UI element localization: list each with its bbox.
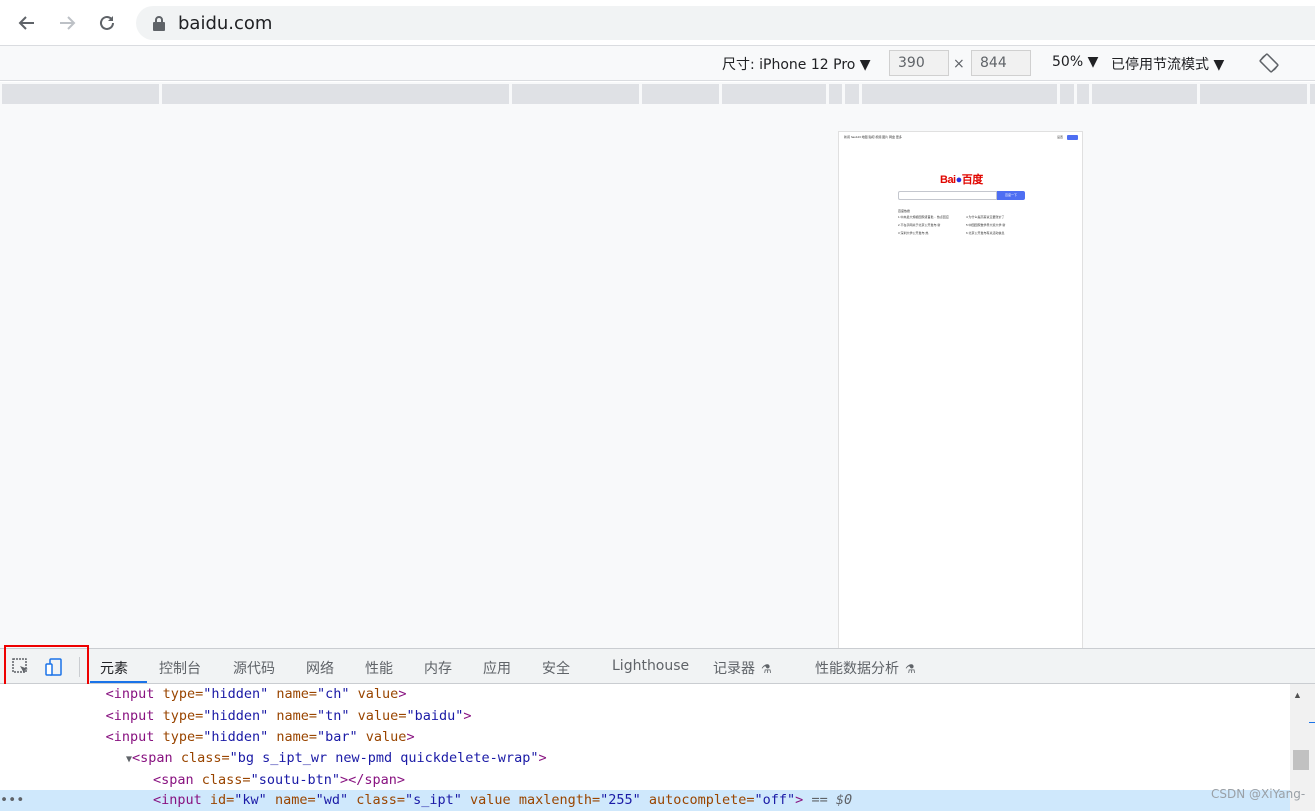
phone-frame[interactable]: 新闻 hao123 地图 贴吧 视频 图片 网盘 更多 设置 Bai●百度 百度… bbox=[838, 131, 1083, 651]
flask-icon: ⚗ bbox=[761, 662, 772, 676]
tab-performance-insights[interactable]: 性能数据分析 ⚗ bbox=[815, 658, 916, 678]
tab-performance[interactable]: 性能 bbox=[365, 658, 393, 678]
baidu-logo: Bai●百度 bbox=[940, 174, 983, 186]
more-icon[interactable]: ••• bbox=[0, 790, 24, 810]
elements-tree: <input type="hidden" name="ch" value> <i… bbox=[0, 684, 1290, 811]
zoom-select[interactable]: 50% ▼ bbox=[1052, 54, 1098, 70]
highlight-annotation bbox=[4, 645, 89, 686]
media-query-segment[interactable] bbox=[1077, 84, 1089, 104]
media-query-segment[interactable] bbox=[1092, 84, 1197, 104]
active-tab-indicator bbox=[90, 681, 147, 683]
mini-search-button[interactable]: 百度一下 bbox=[997, 191, 1025, 200]
list-item[interactable]: 4 为什么提高薪资又要涨价了 bbox=[966, 213, 1005, 221]
divider bbox=[1309, 722, 1315, 723]
url-text: baidu.com bbox=[178, 13, 273, 34]
tab-console[interactable]: 控制台 bbox=[159, 658, 201, 678]
list-item[interactable]: 2 不在乎网关于北京公开发布 新 bbox=[898, 221, 949, 229]
height-input[interactable]: 844 bbox=[971, 50, 1031, 76]
tab-application[interactable]: 应用 bbox=[483, 658, 511, 678]
lock-icon bbox=[153, 16, 165, 31]
mini-nav[interactable]: 新闻 hao123 地图 贴吧 视频 图片 网盘 更多 bbox=[844, 135, 902, 139]
media-query-segment[interactable] bbox=[1310, 84, 1315, 104]
list-item[interactable]: 3 深圳大学公开发布 热 bbox=[898, 229, 949, 237]
device-toolbar: 尺寸: iPhone 12 Pro ▼ 390 × 844 50% ▼ 已停用节… bbox=[0, 46, 1315, 81]
reload-button[interactable] bbox=[92, 8, 122, 38]
scroll-up-icon[interactable]: ▲ bbox=[1293, 690, 1302, 700]
list-item[interactable]: 5 中国国家数学界大奖大学 新 bbox=[966, 221, 1005, 229]
media-query-segment[interactable] bbox=[1200, 84, 1307, 104]
browser-toolbar: baidu.com bbox=[0, 0, 1315, 46]
tab-network[interactable]: 网络 bbox=[306, 658, 334, 678]
list-item[interactable]: 1 中央最大规模国家级首批... 热点回应 bbox=[898, 213, 949, 221]
media-query-segment[interactable] bbox=[1060, 84, 1074, 104]
watermark: CSDN @XiYang- bbox=[1211, 787, 1306, 801]
media-query-segment[interactable] bbox=[862, 84, 1057, 104]
mini-login-button[interactable] bbox=[1067, 135, 1078, 140]
rotate-icon[interactable] bbox=[1258, 52, 1280, 74]
media-query-segment[interactable] bbox=[845, 84, 859, 104]
hot-list-right: 4 为什么提高薪资又要涨价了 5 中国国家数学界大奖大学 新 6 北京公开发布有… bbox=[966, 213, 1005, 237]
tab-elements[interactable]: 元素 bbox=[100, 658, 128, 678]
hot-list-left: 1 中央最大规模国家级首批... 热点回应 2 不在乎网关于北京公开发布 新 3… bbox=[898, 213, 949, 237]
devtools-tabbar: 元素 控制台 源代码 网络 性能 内存 应用 安全 Lighthouse 记录器… bbox=[0, 648, 1315, 684]
mini-search-input[interactable] bbox=[898, 191, 997, 200]
mini-settings[interactable]: 设置 bbox=[1057, 135, 1063, 139]
forward-button[interactable] bbox=[52, 8, 82, 38]
dom-node[interactable]: <input type="hidden" name="ch" value> bbox=[0, 684, 1290, 705]
dom-node[interactable]: <input type="hidden" name="tn" value="ba… bbox=[0, 706, 1290, 727]
dom-node-selected[interactable]: ••• <input id="kw" name="wd" class="s_ipt… bbox=[0, 790, 1290, 811]
tab-lighthouse[interactable]: Lighthouse bbox=[612, 658, 689, 674]
media-query-bar bbox=[0, 82, 1315, 104]
flask-icon: ⚗ bbox=[905, 662, 916, 676]
media-query-segment[interactable] bbox=[2, 84, 159, 104]
device-select[interactable]: 尺寸: iPhone 12 Pro ▼ bbox=[722, 54, 871, 74]
tab-memory[interactable]: 内存 bbox=[424, 658, 452, 678]
arrow-left-icon bbox=[18, 16, 34, 30]
reload-icon bbox=[100, 15, 114, 30]
dom-node[interactable]: <span class="soutu-btn"></span> bbox=[0, 770, 1290, 791]
tab-security[interactable]: 安全 bbox=[542, 658, 570, 678]
times-sign: × bbox=[953, 56, 965, 72]
device-viewport: 新闻 hao123 地图 贴吧 视频 图片 网盘 更多 设置 Bai●百度 百度… bbox=[0, 104, 1315, 651]
media-query-segment[interactable] bbox=[722, 84, 826, 104]
tab-recorder[interactable]: 记录器 ⚗ bbox=[713, 658, 772, 678]
media-query-segment[interactable] bbox=[162, 84, 509, 104]
tab-sources[interactable]: 源代码 bbox=[233, 658, 275, 678]
dom-node[interactable]: <input type="hidden" name="bar" value> bbox=[0, 727, 1290, 748]
list-item[interactable]: 6 北京公开发布有关活动信息 bbox=[966, 229, 1005, 237]
media-query-segment[interactable] bbox=[829, 84, 842, 104]
back-button[interactable] bbox=[12, 8, 42, 38]
scrollbar-thumb[interactable] bbox=[1293, 750, 1309, 770]
media-query-segment[interactable] bbox=[512, 84, 639, 104]
width-input[interactable]: 390 bbox=[889, 50, 949, 76]
throttle-select[interactable]: 已停用节流模式 ▼ bbox=[1111, 54, 1224, 74]
dom-node[interactable]: ▼<span class="bg s_ipt_wr new-pmd quickd… bbox=[0, 748, 1290, 769]
arrow-right-icon bbox=[60, 16, 76, 30]
address-bar[interactable]: baidu.com bbox=[136, 6, 1315, 40]
media-query-segment[interactable] bbox=[642, 84, 719, 104]
